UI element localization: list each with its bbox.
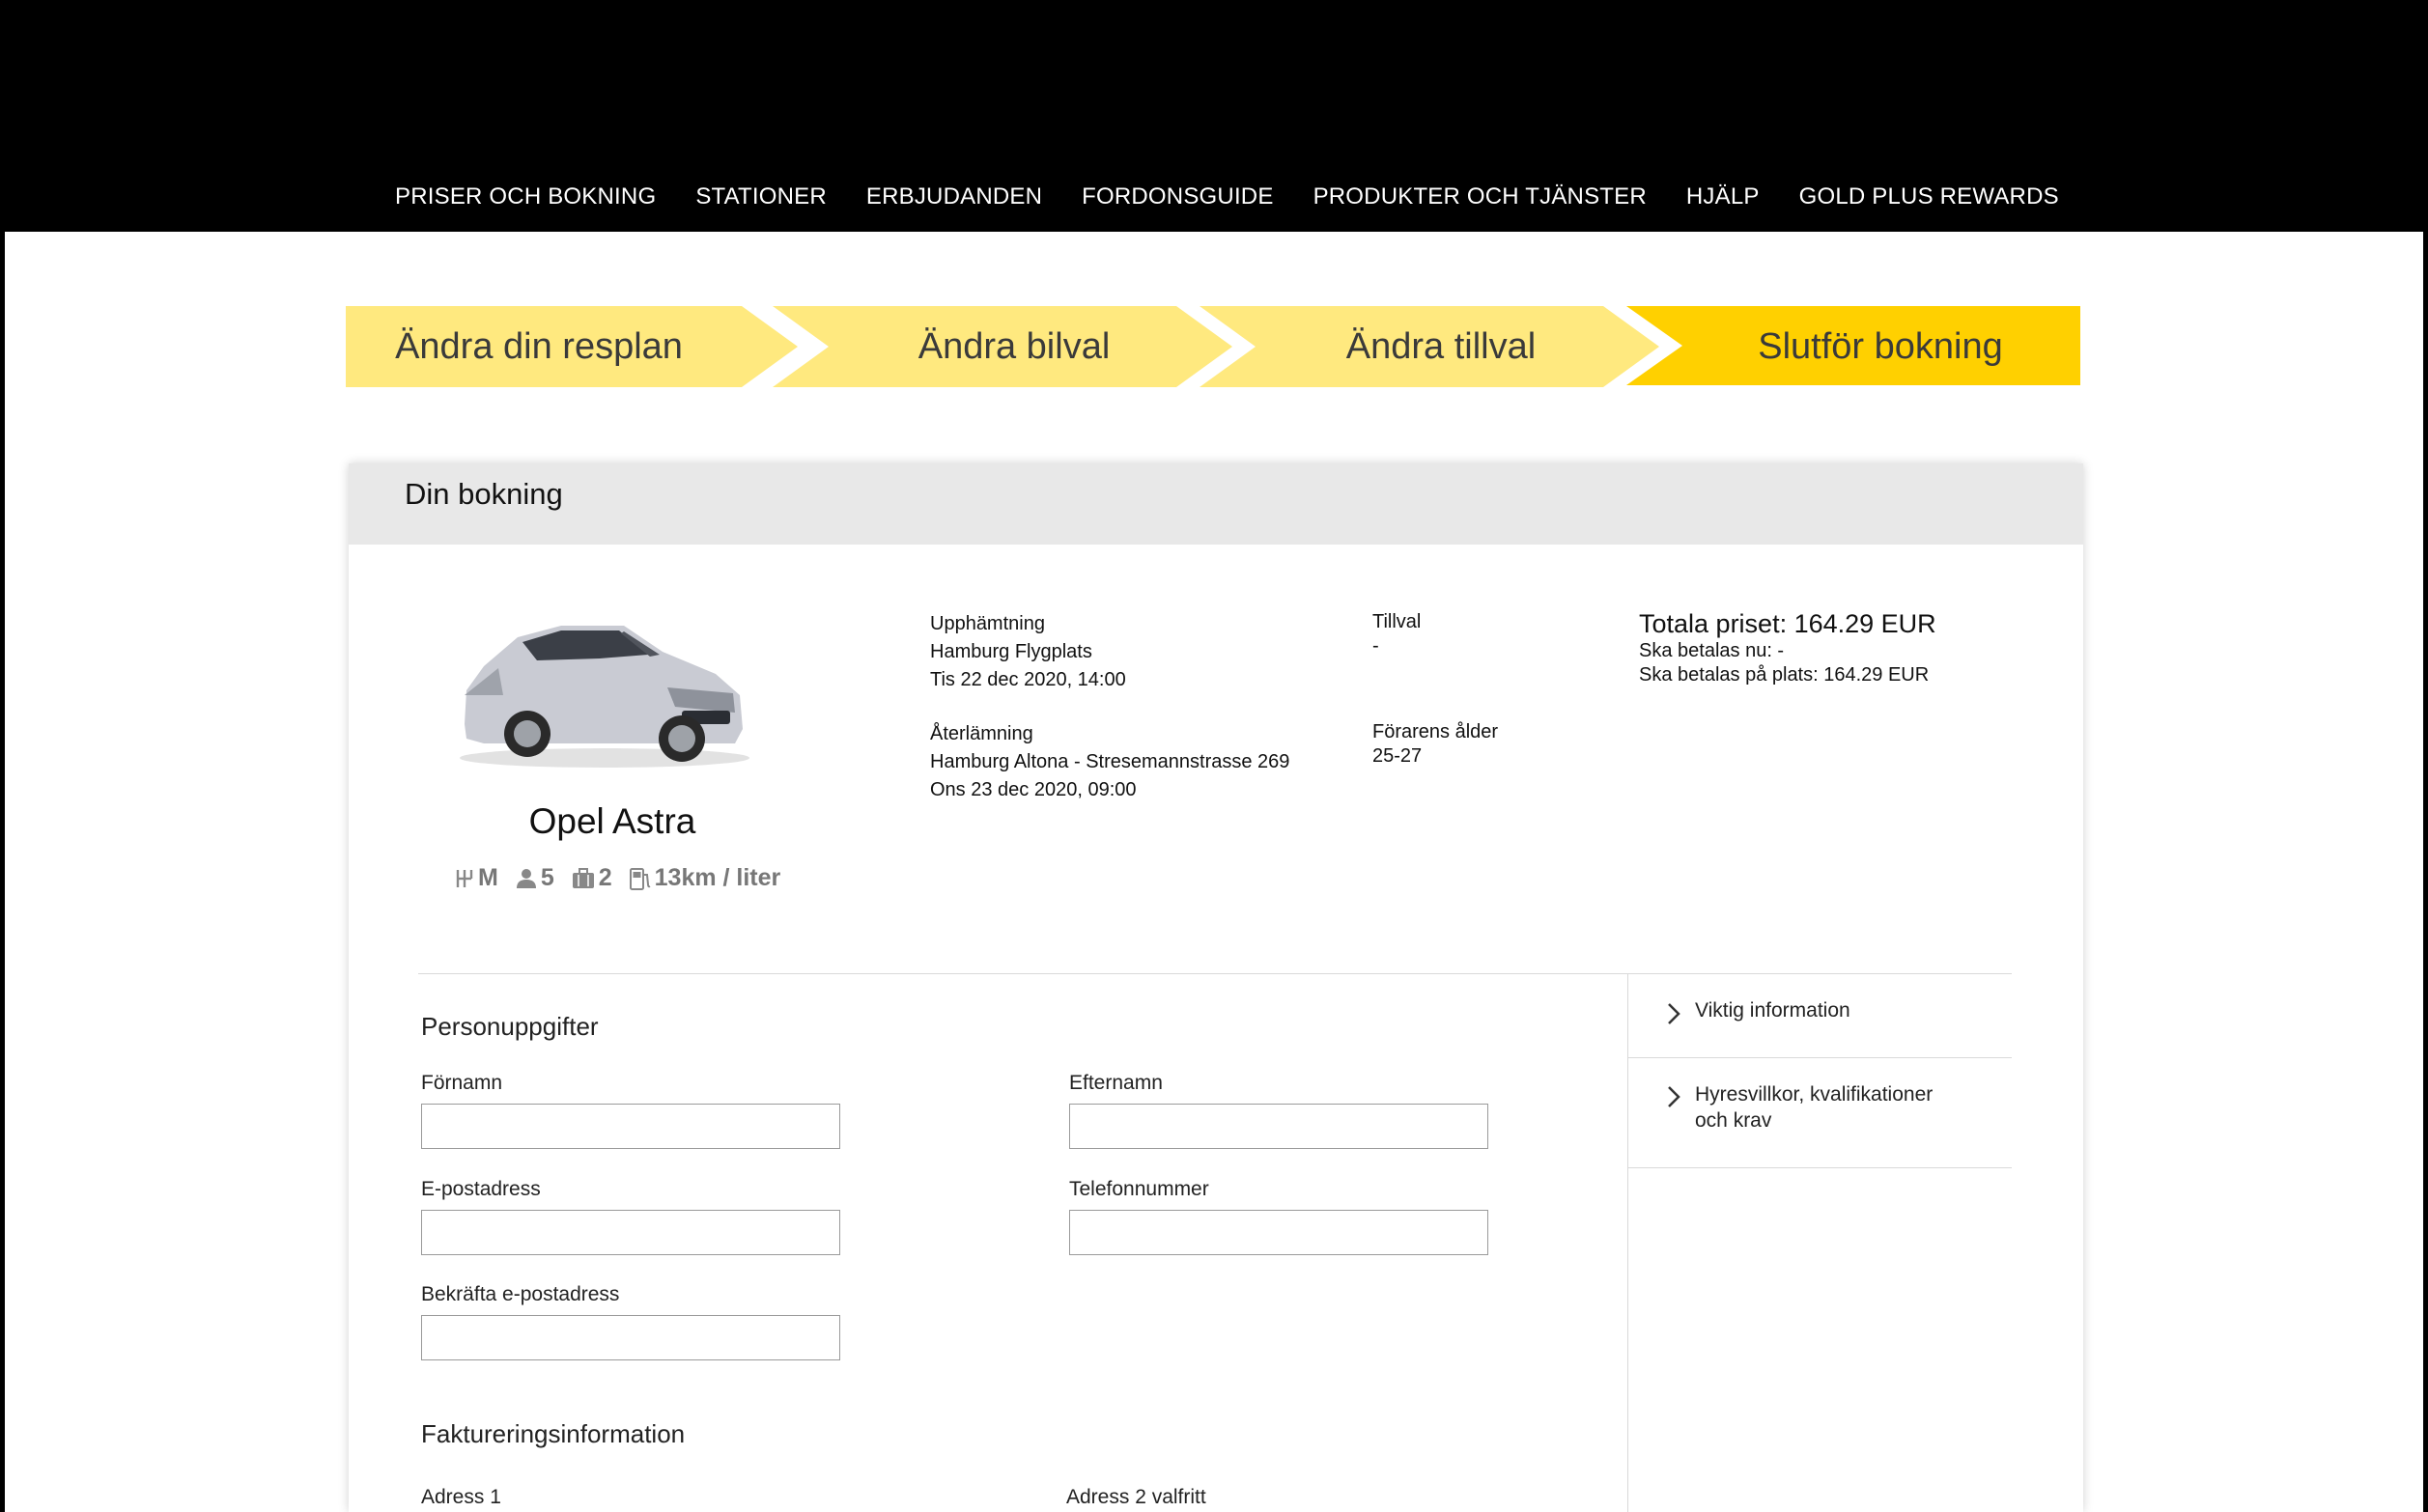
spec-transmission-value: M: [478, 864, 498, 891]
nav-item-fordonsguide[interactable]: FORDONSGUIDE: [1082, 183, 1273, 210]
last-name-input[interactable]: [1069, 1104, 1488, 1149]
spec-fuel-value: 13km / liter: [654, 864, 781, 891]
pickup-datetime: Tis 22 dec 2020, 14:00: [930, 669, 1126, 690]
address2-label: Adress 2 valfritt: [1066, 1486, 1206, 1508]
nav-item-gold-plus[interactable]: GOLD PLUS REWARDS: [1799, 183, 2059, 210]
nav-item-priser[interactable]: PRISER OCH BOKNING: [395, 183, 656, 210]
car-image: [460, 626, 749, 768]
personal-details-title: Personuppgifter: [421, 1012, 599, 1041]
first-name-label: Förnamn: [421, 1072, 503, 1094]
total-price: Totala priset: 164.29 EUR: [1639, 609, 1936, 638]
spec-seats-value: 5: [540, 864, 554, 891]
booking-title: Din bokning: [405, 477, 563, 511]
confirm-email-label: Bekräfta e-postadress: [421, 1283, 620, 1305]
top-header: PRISER OCH BOKNING STATIONER ERBJUDANDEN…: [0, 0, 2428, 232]
billing-title: Faktureringsinformation: [421, 1419, 686, 1448]
pickup-location: Hamburg Flygplats: [930, 641, 1092, 662]
spec-bags-value: 2: [598, 864, 612, 891]
driver-age-heading: Förarens ålder: [1372, 721, 1499, 742]
step-label: Ändra tillval: [1345, 325, 1537, 367]
car-specs: M 5 2 13km / liter: [455, 864, 780, 892]
nav-item-hjalp[interactable]: HJÄLP: [1686, 183, 1760, 210]
step-complete[interactable]: Slutför bokning: [1626, 306, 2080, 387]
step-label: Slutför bokning: [1758, 325, 2003, 367]
rental-terms-label: Hyresvillkor, kvalifikationer och krav: [1695, 1081, 1933, 1134]
driver-age-info: Förarens ålder 25-27: [1372, 720, 1498, 769]
nav-item-erbjudanden[interactable]: ERBJUDANDEN: [866, 183, 1042, 210]
suitcase-icon: [572, 867, 594, 888]
important-info-label: Viktig information: [1695, 999, 1850, 1022]
step-label: Ändra din resplan: [395, 325, 683, 367]
extras-info: Tillval -: [1372, 610, 1421, 658]
phone-label: Telefonnummer: [1069, 1178, 1209, 1200]
booking-card-header: Din bokning: [349, 463, 2083, 545]
car-name: Opel Astra: [528, 801, 696, 841]
chevron-right-icon: [1668, 1086, 1680, 1107]
chevron-right-icon: [1668, 1003, 1680, 1024]
driver-age-value: 25-27: [1372, 745, 1423, 767]
pay-now: Ska betalas nu: -: [1639, 640, 1785, 661]
booking-steps: Ändra din resplan Ändra bilval Ändra til…: [346, 306, 2080, 387]
phone-input[interactable]: [1069, 1210, 1488, 1255]
step-extras[interactable]: Ändra tillval: [1200, 306, 1663, 387]
price-info: Totala priset: 164.29 EUR Ska betalas nu…: [1639, 608, 1936, 687]
extras-value: -: [1372, 635, 1379, 657]
return-heading: Återlämning: [930, 723, 1033, 744]
return-location: Hamburg Altona - Stresemannstrasse 269: [930, 751, 1290, 772]
nav-item-produkter[interactable]: PRODUKTER OCH TJÄNSTER: [1313, 183, 1647, 210]
rental-terms-label-line2: och krav: [1695, 1109, 1772, 1132]
return-info: Återlämning Hamburg Altona - Stresemanns…: [930, 720, 1289, 804]
pay-on-site: Ska betalas på plats: 164.29 EUR: [1639, 664, 1930, 686]
spec-bags: 2: [572, 864, 612, 892]
spec-transmission: M: [455, 864, 498, 892]
gearbox-icon: [456, 869, 473, 887]
first-name-input[interactable]: [421, 1104, 840, 1149]
rental-terms-label-line1: Hyresvillkor, kvalifikationer: [1695, 1083, 1934, 1106]
confirm-email-input[interactable]: [421, 1315, 840, 1360]
return-datetime: Ons 23 dec 2020, 09:00: [930, 779, 1137, 800]
extras-heading: Tillval: [1372, 611, 1422, 632]
step-car[interactable]: Ändra bilval: [773, 306, 1236, 387]
email-label: E-postadress: [421, 1178, 541, 1200]
booking-card: Din bokning Opel Astra M 5 2 13km / lite…: [349, 463, 2083, 1512]
last-name-label: Efternamn: [1069, 1072, 1163, 1094]
email-input[interactable]: [421, 1210, 840, 1255]
pickup-heading: Upphämtning: [930, 613, 1045, 634]
person-icon: [516, 868, 536, 888]
spec-fuel: 13km / liter: [629, 864, 781, 892]
step-label: Ändra bilval: [918, 325, 1111, 367]
address1-label: Adress 1: [421, 1486, 501, 1508]
fuel-pump-icon: [629, 867, 651, 890]
main-nav: PRISER OCH BOKNING STATIONER ERBJUDANDEN…: [395, 183, 2099, 210]
spec-seats: 5: [516, 864, 554, 892]
nav-item-stationer[interactable]: STATIONER: [695, 183, 827, 210]
important-info-toggle[interactable]: Viktig information: [1627, 973, 2012, 1058]
pickup-info: Upphämtning Hamburg Flygplats Tis 22 dec…: [930, 610, 1126, 694]
rental-terms-toggle[interactable]: Hyresvillkor, kvalifikationer och krav: [1627, 1058, 2012, 1168]
step-itinerary[interactable]: Ändra din resplan: [346, 306, 800, 387]
